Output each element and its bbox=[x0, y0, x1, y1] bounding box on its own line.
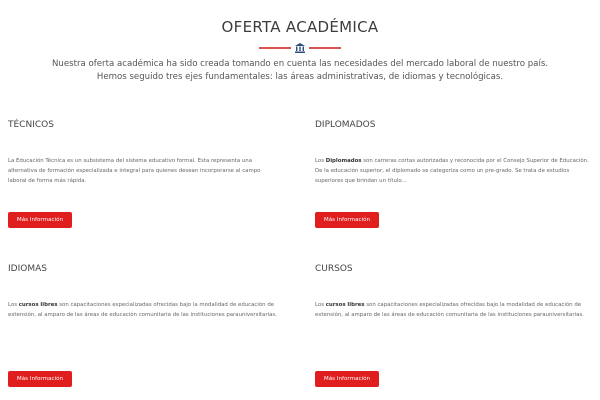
page-title: OFERTA ACADÉMICA bbox=[221, 18, 379, 36]
university-building-icon bbox=[295, 43, 305, 53]
card-cursos: CURSOS Los cursos libres son capacitacio… bbox=[315, 264, 600, 320]
card-idiomas: IDIOMAS Los cursos libres son capacitaci… bbox=[8, 264, 293, 320]
mas-informacion-button-idiomas[interactable]: Más Información bbox=[8, 371, 72, 387]
divider-line-left bbox=[259, 47, 291, 49]
mas-informacion-button-cursos[interactable]: Más Información bbox=[315, 371, 379, 387]
title-divider bbox=[255, 42, 345, 54]
card-text-idiomas-bold: cursos libres bbox=[18, 302, 58, 308]
intro-text: Nuestra oferta académica ha sido creada … bbox=[0, 58, 600, 84]
card-title-idiomas: IDIOMAS bbox=[8, 264, 47, 274]
divider-line-right bbox=[309, 47, 341, 49]
intro-line-2: Hemos seguido tres ejes fundamentales: l… bbox=[96, 72, 504, 82]
card-text-cursos-bold: cursos libres bbox=[325, 302, 365, 308]
card-diplomados: DIPLOMADOS Los Diplomados son carreras c… bbox=[315, 120, 600, 186]
card-text-idiomas-prefix: Los bbox=[8, 302, 19, 308]
card-title-tecnicos: TÉCNICOS bbox=[8, 120, 54, 130]
card-text-cursos-prefix: Los bbox=[315, 302, 326, 308]
card-text-idiomas: Los cursos libres son capacitaciones esp… bbox=[8, 300, 290, 320]
card-tecnicos: TÉCNICOS La Educación Técnica es un subs… bbox=[8, 120, 293, 186]
card-text-diplomados: Los Diplomados son carreras cortas autor… bbox=[315, 156, 595, 186]
intro-line-1: Nuestra oferta académica ha sido creada … bbox=[51, 59, 549, 69]
card-text-diplomados-bold: Diplomados bbox=[325, 158, 362, 164]
card-text-cursos: Los cursos libres son capacitaciones esp… bbox=[315, 300, 595, 320]
mas-informacion-button-diplomados[interactable]: Más Información bbox=[315, 212, 379, 228]
section-header: OFERTA ACADÉMICA Nuestra oferta académic… bbox=[0, 18, 600, 84]
card-title-diplomados: DIPLOMADOS bbox=[315, 120, 376, 130]
card-title-cursos: CURSOS bbox=[315, 264, 353, 274]
mas-informacion-button-tecnicos[interactable]: Más Información bbox=[8, 212, 72, 228]
card-text-diplomados-prefix: Los bbox=[315, 158, 326, 164]
card-text-tecnicos: La Educación Técnica es un subsistema de… bbox=[8, 158, 261, 184]
